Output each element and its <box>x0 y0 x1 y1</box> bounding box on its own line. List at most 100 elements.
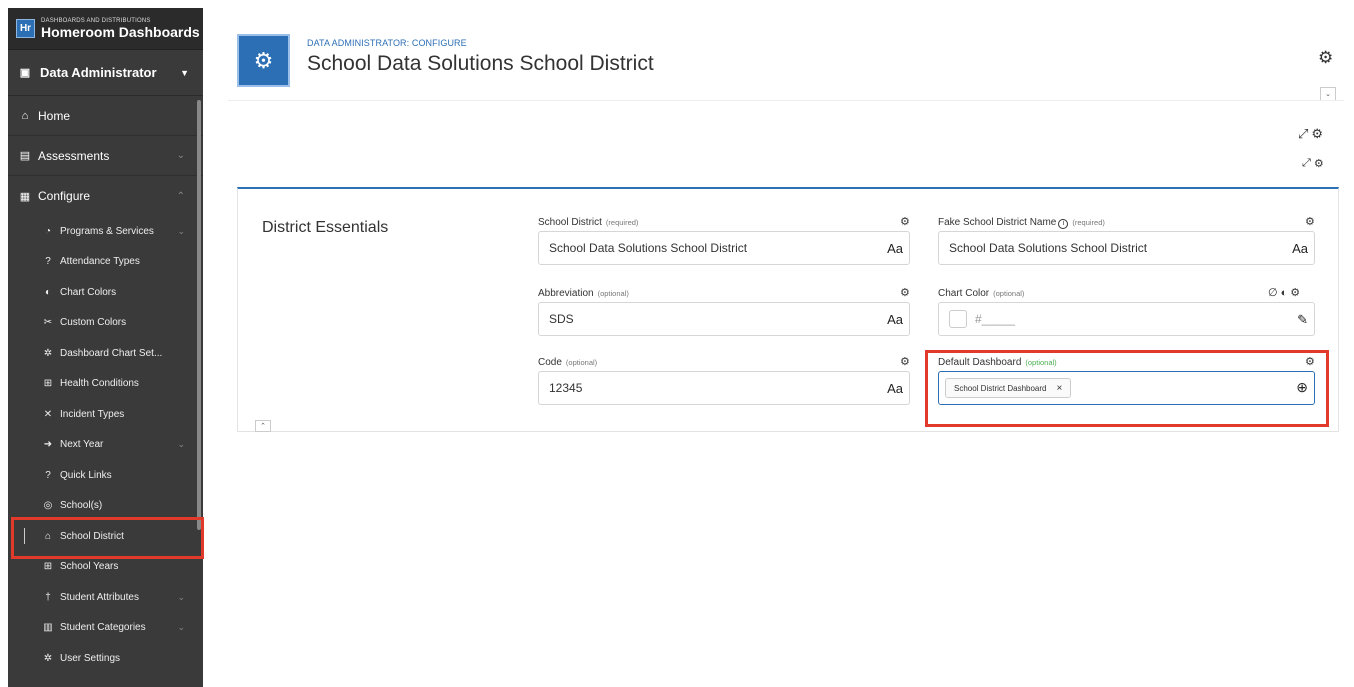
palette-icon[interactable]: ◐ <box>1281 287 1291 299</box>
role-label: Data Administrator <box>40 65 157 80</box>
arrow-circle-icon: ➜ <box>43 439 53 451</box>
gear-icon: ✲ <box>43 347 53 359</box>
nav-item-label: Custom Colors <box>60 317 127 329</box>
role-selector[interactable]: ▣ Data Administrator ▼ <box>8 50 203 96</box>
nav-configure-label: Configure <box>38 189 91 203</box>
nav-item-programs-services[interactable]: ◔ Programs & Services ⌄ <box>8 216 203 247</box>
chevron-down-icon: ⌄ <box>177 622 185 633</box>
field-label: Fake School District Name <box>938 217 1057 228</box>
field-label: School District <box>538 217 602 228</box>
info-icon[interactable]: i <box>1058 219 1069 229</box>
input-value: School Data Solutions School District <box>949 241 1148 255</box>
brand-title: Homeroom Dashboards <box>41 24 200 40</box>
text-format-icon: Aa <box>1292 241 1308 256</box>
breadcrumb[interactable]: DATA ADMINISTRATOR: CONFIGURE <box>307 38 467 48</box>
nav-home[interactable]: ⌂ Home <box>8 96 203 136</box>
sidebar-scrollbar[interactable] <box>197 100 201 530</box>
card-collapse-button[interactable]: ⌃ <box>255 420 271 432</box>
chevron-up-icon: ⌃ <box>176 190 185 202</box>
nav-item-health-conditions[interactable]: ⊞ Health Conditions <box>8 369 203 400</box>
optional-note: (optional) <box>993 289 1025 298</box>
nav-item-label: Student Attributes <box>60 591 139 603</box>
home-icon: ⌂ <box>21 109 29 122</box>
chevron-down-icon: ⌄ <box>176 150 185 161</box>
nav-item-label: School Years <box>60 561 119 573</box>
field-label: Chart Color <box>938 288 990 299</box>
field-label: Code <box>538 357 562 368</box>
nav-item-dashboard-chart-settings[interactable]: ✲ Dashboard Chart Set... <box>8 338 203 369</box>
nav-item-next-year[interactable]: ➜ Next Year ⌄ <box>8 430 203 461</box>
section-tools: ⤢ ⚙ <box>1298 126 1323 142</box>
input-value: School Data Solutions School District <box>549 241 748 255</box>
abbreviation-input[interactable]: SDS Aa <box>538 302 910 336</box>
required-note: (required) <box>605 218 639 227</box>
text-format-icon: Aa <box>887 312 903 327</box>
calendar-plus-icon: ⊞ <box>43 378 53 390</box>
tools-icon: ✂ <box>43 317 53 329</box>
color-placeholder: #_____ <box>975 312 1016 326</box>
school-district-input[interactable]: School Data Solutions School District Aa <box>538 231 910 265</box>
required-note: (required) <box>1072 218 1105 227</box>
header-collapse-button[interactable]: ⌄ <box>1320 87 1336 101</box>
nav-item-label: Quick Links <box>60 469 112 481</box>
nav-item-label: Programs & Services <box>60 225 154 237</box>
nav-item-label: User Settings <box>60 652 121 664</box>
nav-item-label: Incident Types <box>60 408 125 420</box>
incident-icon: ✕ <box>43 408 53 420</box>
page-settings-gear-icon[interactable]: ⚙ <box>1318 48 1333 68</box>
calendar-icon: ⊞ <box>43 561 53 573</box>
card-tools: ⤢ ⚙ <box>1302 157 1324 170</box>
brand[interactable]: Hr DASHBOARDS AND DISTRIBUTIONS Homeroom… <box>8 8 203 50</box>
color-swatch[interactable] <box>949 310 967 328</box>
nav-home-label: Home <box>38 108 71 123</box>
nav-assessments[interactable]: ▤ Assessments ⌄ <box>8 136 203 176</box>
fake-school-district-name-input[interactable]: School Data Solutions School District Aa <box>938 231 1315 265</box>
palette-icon: ◐ <box>44 286 52 298</box>
clear-color-icon[interactable]: ∅ <box>1268 287 1281 299</box>
chevron-down-icon: ⌄ <box>177 225 185 236</box>
caret-down-icon: ▼ <box>180 67 189 78</box>
expand-icon[interactable]: ⤢ <box>1302 157 1311 170</box>
nav-item-chart-colors[interactable]: ◐ Chart Colors <box>8 277 203 308</box>
gear-icon[interactable]: ⚙ <box>1311 126 1323 142</box>
nav-item-label: Student Categories <box>60 622 146 634</box>
school-icon: ◎ <box>43 500 53 512</box>
nav-item-label: Attendance Types <box>60 256 140 268</box>
header-divider <box>228 100 1344 101</box>
chevron-down-icon: ⌄ <box>177 591 185 602</box>
nav-item-student-attributes[interactable]: † Student Attributes ⌄ <box>8 582 203 613</box>
code-input[interactable]: 12345 Aa <box>538 371 910 405</box>
nav-item-user-settings[interactable]: ✲ User Settings <box>8 643 203 674</box>
configure-gears-icon: ⚙ <box>237 34 290 87</box>
field-label: Abbreviation <box>538 288 594 299</box>
nav-item-label: Dashboard Chart Set... <box>60 347 163 359</box>
gear-icon[interactable]: ⚙ <box>1314 157 1324 170</box>
sidebar: Hr DASHBOARDS AND DISTRIBUTIONS Homeroom… <box>8 8 203 687</box>
field-settings-gear-icon[interactable]: ⚙ <box>900 355 910 368</box>
card-title: District Essentials <box>262 219 389 236</box>
grid-icon: ▦ <box>19 190 31 203</box>
page-title: School Data Solutions School District <box>307 52 654 75</box>
eyedropper-icon[interactable]: ✎ <box>1297 312 1308 328</box>
nav-item-custom-colors[interactable]: ✂ Custom Colors <box>8 308 203 339</box>
nav-item-student-categories[interactable]: ▥ Student Categories ⌄ <box>8 613 203 644</box>
field-settings-gear-icon[interactable]: ⚙ <box>1305 215 1315 228</box>
highlight-box-field <box>925 350 1329 427</box>
question-circle-icon: ? <box>45 256 51 268</box>
nav-item-attendance-types[interactable]: ? Attendance Types <box>8 247 203 278</box>
gear-icon: ✲ <box>43 652 53 664</box>
brand-logo: Hr <box>16 19 35 38</box>
chart-color-input[interactable]: #_____ ✎ <box>938 302 1315 336</box>
chart-box-icon: ▤ <box>19 150 31 162</box>
nav-item-quick-links[interactable]: ? Quick Links <box>8 460 203 491</box>
field-settings-gear-icon[interactable]: ⚙ <box>900 286 910 299</box>
nav-configure[interactable]: ▦ Configure ⌃ <box>8 176 203 216</box>
text-format-icon: Aa <box>887 241 903 256</box>
text-format-icon: Aa <box>887 381 903 396</box>
id-card-icon: ▣ <box>19 67 31 79</box>
field-settings-gear-icon[interactable]: ⚙ <box>900 215 910 228</box>
chart-color-tools: ∅◐⚙ <box>1268 286 1303 299</box>
nav-item-incident-types[interactable]: ✕ Incident Types <box>8 399 203 430</box>
expand-icon[interactable]: ⤢ <box>1298 126 1308 142</box>
field-settings-gear-icon[interactable]: ⚙ <box>1290 287 1303 299</box>
